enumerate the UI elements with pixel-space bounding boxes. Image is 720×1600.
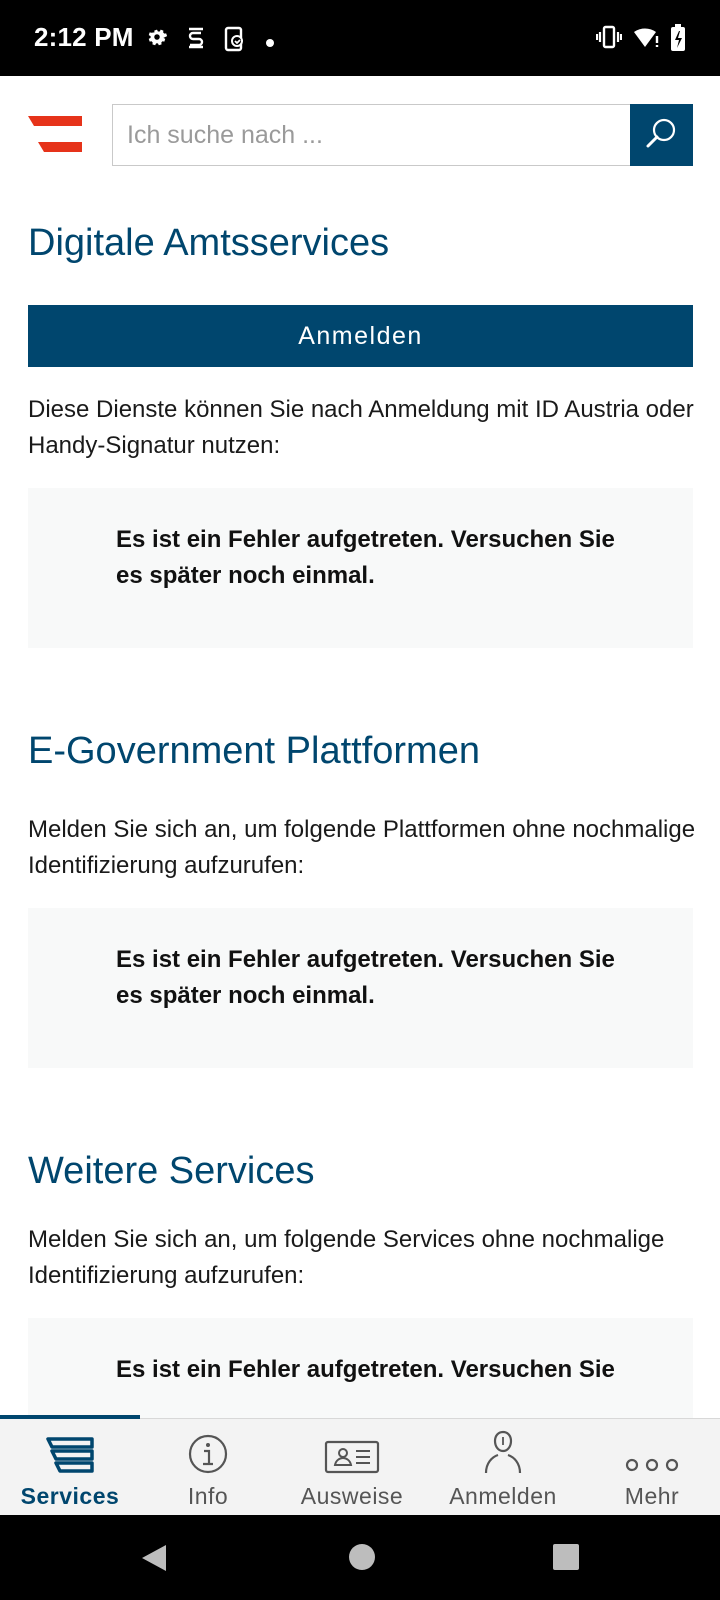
search-input[interactable] (113, 105, 630, 165)
wifi-icon (632, 24, 662, 55)
notification-dot-icon (266, 34, 274, 52)
nav-tab-ausweise[interactable]: Ausweise (290, 1419, 414, 1516)
section-title-egovernment: E-Government Plattformen (28, 730, 480, 772)
settings-icon (146, 26, 168, 53)
services-icon (44, 1419, 96, 1475)
nav-label: Ausweise (300, 1483, 404, 1509)
nav-label: Anmelden (449, 1483, 557, 1509)
search-box (112, 104, 630, 166)
status-time: 2:12 PM (34, 22, 134, 52)
austria-flag-logo[interactable] (28, 116, 84, 152)
error-box-digital: Es ist ein Fehler aufgetreten. Versuchen… (28, 488, 693, 648)
user-icon (483, 1419, 523, 1475)
section-title-digitale-amtsservices: Digitale Amtsservices (28, 222, 390, 264)
search-icon (645, 116, 679, 155)
section-description-more: Melden Sie sich an, um folgende Services… (28, 1226, 665, 1289)
info-icon (187, 1419, 229, 1475)
error-message: Es ist ein Fehler aufgetreten. Versuchen… (116, 1356, 615, 1383)
home-icon[interactable] (348, 1543, 376, 1576)
nav-label: Services (20, 1483, 120, 1509)
search-button[interactable] (630, 104, 693, 166)
more-dots-icon (624, 1419, 680, 1475)
error-box-egov: Es ist ein Fehler aufgetreten. Versuchen… (28, 908, 693, 1068)
screenshot-icon (224, 26, 246, 57)
vibrate-icon (595, 24, 623, 55)
nav-tab-info[interactable]: Info (158, 1419, 258, 1516)
nav-label: Info (187, 1483, 229, 1509)
s-app-icon (186, 26, 206, 55)
status-bar: 2:12 PM (0, 0, 720, 76)
section-title-weitere-services: Weitere Services (28, 1150, 315, 1192)
section-description-egov: Melden Sie sich an, um folgende Plattfor… (28, 816, 696, 879)
app-header (0, 76, 720, 186)
id-card-icon (324, 1419, 380, 1475)
battery-charging-icon (670, 24, 686, 57)
error-message: Es ist ein Fehler aufgetreten. Versuchen… (116, 526, 615, 589)
recents-icon[interactable] (552, 1543, 580, 1576)
back-icon[interactable] (140, 1543, 168, 1578)
system-navigation-bar (0, 1515, 720, 1600)
bottom-navigation: Services Info Ausweise Anmelden Mehr (0, 1415, 720, 1516)
error-message: Es ist ein Fehler aufgetreten. Versuchen… (116, 946, 615, 1009)
login-button[interactable]: Anmelden (28, 305, 693, 367)
section-description-digital: Diese Dienste können Sie nach Anmeldung … (28, 396, 694, 459)
nav-tab-anmelden[interactable]: Anmelden (438, 1419, 568, 1516)
nav-label: Mehr (624, 1483, 680, 1509)
nav-tab-services[interactable]: Services (10, 1419, 130, 1516)
nav-tab-mehr[interactable]: Mehr (600, 1419, 704, 1516)
